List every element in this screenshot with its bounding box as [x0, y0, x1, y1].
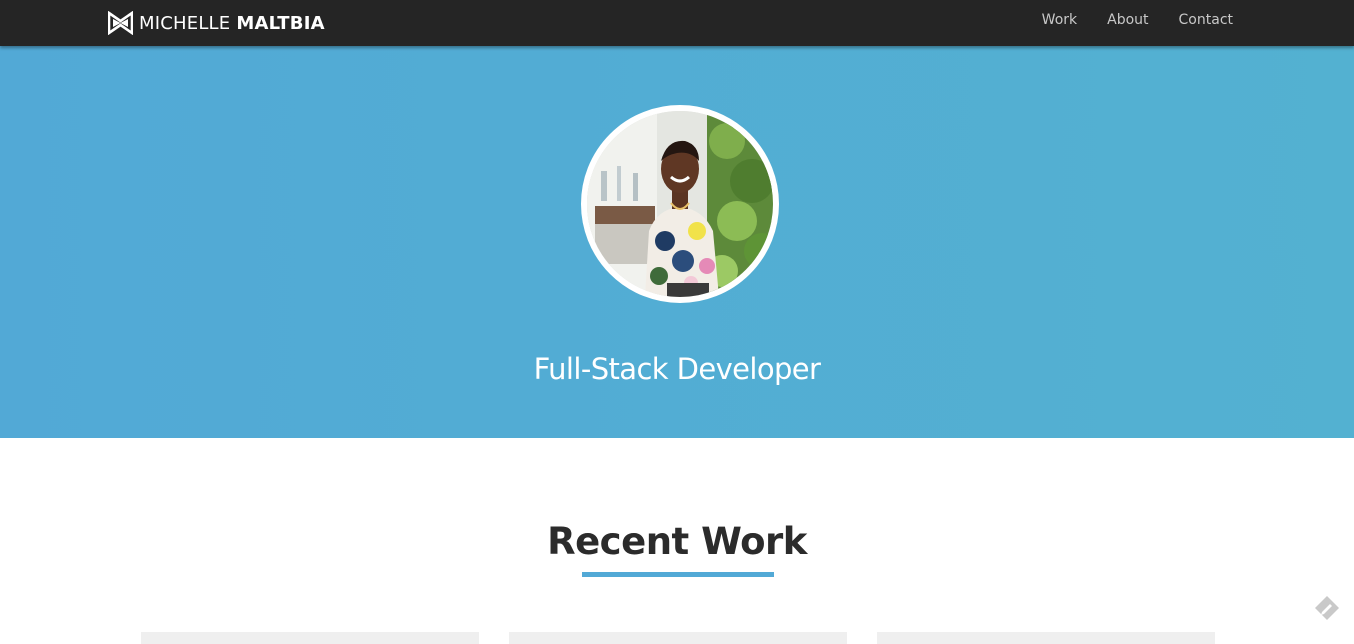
nav-link-contact[interactable]: Contact: [1179, 12, 1233, 28]
work-card[interactable]: [877, 632, 1215, 644]
profile-avatar: [581, 105, 779, 303]
brand-first-name: MICHELLE: [139, 12, 231, 34]
hero-banner: Full-Stack Developer: [0, 46, 1354, 438]
nav-link-work[interactable]: Work: [1042, 12, 1077, 28]
profile-photo: [587, 111, 773, 297]
work-card[interactable]: [509, 632, 847, 644]
work-card[interactable]: [141, 632, 479, 644]
feedback-pencil-icon[interactable]: [1313, 594, 1341, 622]
top-navbar: MICHELLE MALTBIA Work About Contact: [0, 0, 1354, 46]
brand-last-name: MALTBIA: [236, 12, 325, 34]
heading-underline: [582, 572, 774, 577]
hero-title: Full-Stack Developer: [533, 352, 821, 387]
nav-link-about[interactable]: About: [1107, 12, 1148, 28]
recent-work-heading: Recent Work: [547, 520, 807, 563]
main-nav: Work About Contact: [1012, 0, 1233, 40]
brand-home-link[interactable]: MICHELLE MALTBIA: [107, 10, 325, 36]
mm-bowtie-logo-icon: [107, 10, 134, 36]
